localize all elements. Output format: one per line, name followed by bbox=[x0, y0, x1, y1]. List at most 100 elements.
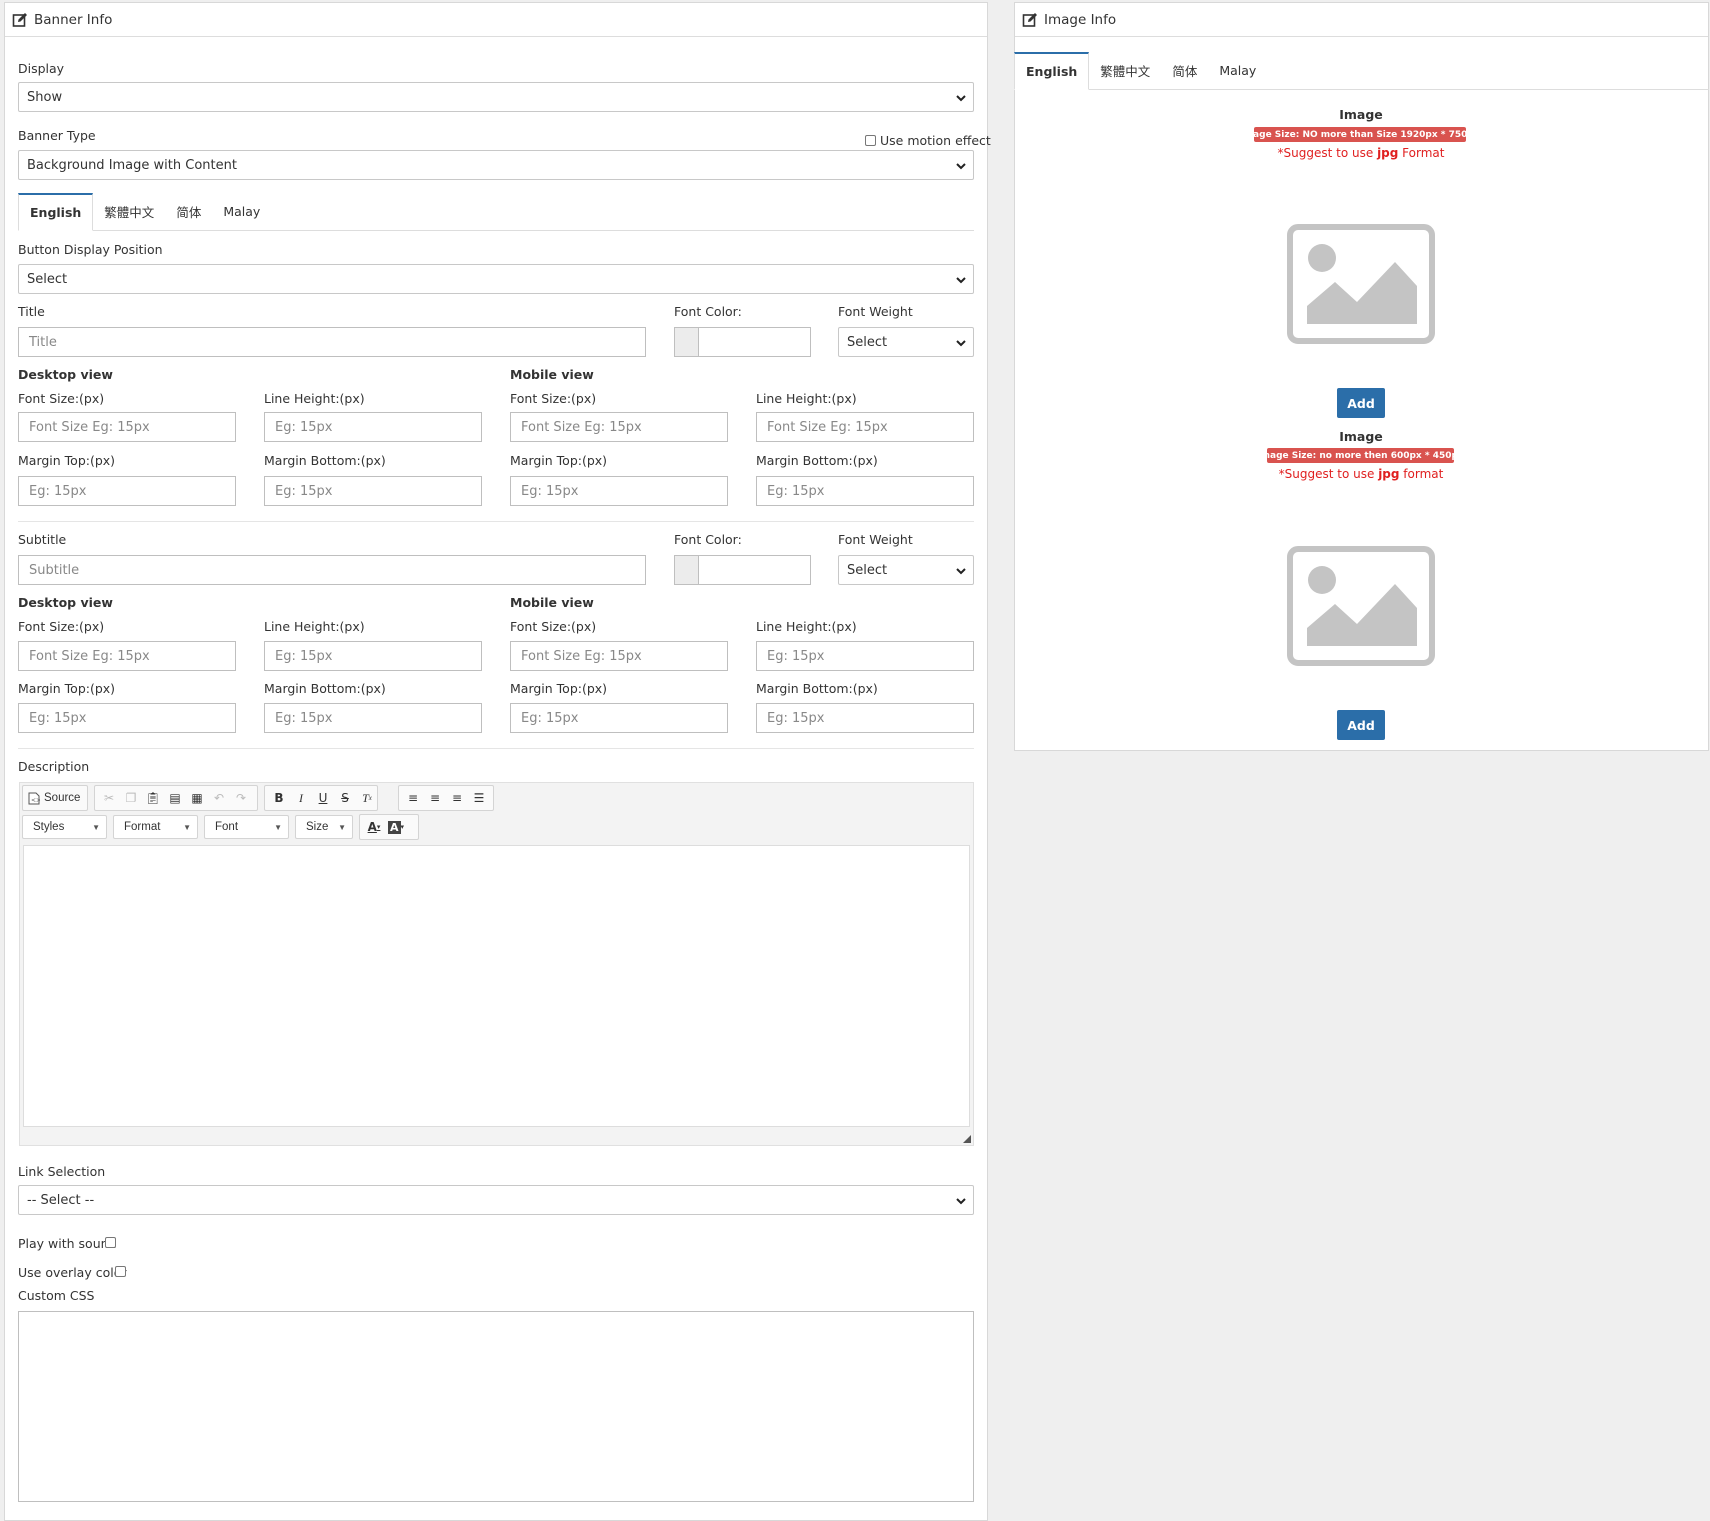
image2-add-button[interactable]: Add bbox=[1337, 710, 1385, 740]
subtitle-desktop-line-height-input[interactable]: Eg: 15px bbox=[264, 641, 482, 671]
chevron-down-icon bbox=[956, 163, 966, 170]
align-center-icon[interactable]: ≡ bbox=[424, 787, 446, 809]
tab-traditional-chinese[interactable]: 繁體中文 bbox=[93, 193, 165, 230]
align-right-icon[interactable]: ≡ bbox=[446, 787, 468, 809]
subtitle-font-color-picker[interactable] bbox=[674, 555, 811, 585]
copy-icon[interactable]: ❐ bbox=[120, 787, 142, 809]
image1-format-note: *Suggest to use jpg Format bbox=[1211, 146, 1511, 160]
banner-info-title: Banner Info bbox=[34, 11, 113, 28]
button-position-select[interactable]: Select bbox=[18, 264, 974, 294]
button-position-value: Select bbox=[27, 271, 68, 287]
tab-simplified-chinese[interactable]: 简体 bbox=[165, 193, 212, 230]
title-mobile-font-size-input[interactable]: Font Size Eg: 15px bbox=[510, 412, 728, 442]
italic-icon[interactable]: I bbox=[290, 787, 312, 809]
display-select[interactable]: Show bbox=[18, 82, 974, 112]
subtitle-mobile-margin-top-input[interactable]: Eg: 15px bbox=[510, 703, 728, 733]
image1-label: Image bbox=[1339, 107, 1383, 122]
title-desktop-line-height-label: Line Height:(px) bbox=[264, 391, 365, 406]
image-placeholder-icon[interactable] bbox=[1287, 546, 1435, 666]
subtitle-mobile-line-height-input[interactable]: Eg: 15px bbox=[756, 641, 974, 671]
source-button[interactable]: <> Source bbox=[26, 787, 82, 809]
title-mobile-margin-top-label: Margin Top:(px) bbox=[510, 453, 608, 468]
font-dropdown[interactable]: Font ▼ bbox=[204, 815, 289, 839]
title-desktop-margin-bottom-label: Margin Bottom:(px) bbox=[264, 453, 386, 468]
custom-css-textarea[interactable] bbox=[18, 1311, 974, 1502]
placeholder-text: Eg: 15px bbox=[767, 710, 825, 726]
remove-format-icon[interactable]: Tx bbox=[356, 787, 378, 809]
redo-icon[interactable]: ↷ bbox=[230, 787, 252, 809]
link-selection-value: -- Select -- bbox=[27, 1192, 95, 1208]
image-placeholder-icon[interactable] bbox=[1287, 224, 1435, 344]
cut-icon[interactable]: ✂ bbox=[98, 787, 120, 809]
tab-simplified-chinese[interactable]: 简体 bbox=[1161, 52, 1208, 89]
bold-icon[interactable]: B bbox=[268, 787, 290, 809]
paste-word-icon[interactable]: ▦ bbox=[186, 787, 208, 809]
title-desktop-margin-top-input[interactable]: Eg: 15px bbox=[18, 476, 236, 506]
format-dropdown[interactable]: Format ▼ bbox=[113, 815, 198, 839]
placeholder-text: Font Size Eg: 15px bbox=[29, 648, 150, 664]
dropdown-arrow-icon: ▼ bbox=[274, 823, 282, 832]
undo-icon[interactable]: ↶ bbox=[208, 787, 230, 809]
note-prefix: *Suggest to use bbox=[1277, 146, 1378, 160]
chevron-down-icon bbox=[956, 1198, 966, 1205]
paste-icon[interactable]: 📋︎ bbox=[142, 787, 164, 809]
strikethrough-icon[interactable]: S bbox=[334, 787, 356, 809]
banner-type-select[interactable]: Background Image with Content bbox=[18, 150, 974, 180]
editor-content-area[interactable] bbox=[23, 845, 970, 1127]
styles-dropdown[interactable]: Styles ▼ bbox=[22, 815, 107, 839]
underline-icon[interactable]: U bbox=[312, 787, 334, 809]
subtitle-desktop-font-size-label: Font Size:(px) bbox=[18, 619, 105, 634]
subtitle-mobile-margin-bottom-input[interactable]: Eg: 15px bbox=[756, 703, 974, 733]
tab-english[interactable]: English bbox=[1014, 52, 1090, 90]
styles-label: Styles bbox=[33, 821, 65, 833]
tab-malay[interactable]: Malay bbox=[1208, 52, 1267, 89]
banner-type-label: Banner Type bbox=[18, 128, 96, 143]
paste-text-icon[interactable]: ▤ bbox=[164, 787, 186, 809]
subtitle-font-weight-select[interactable]: Select bbox=[838, 555, 974, 585]
placeholder-text: Font Size Eg: 15px bbox=[521, 648, 642, 664]
title-mobile-margin-bottom-input[interactable]: Eg: 15px bbox=[756, 476, 974, 506]
placeholder-text: Eg: 15px bbox=[275, 648, 333, 664]
subtitle-mobile-view-heading: Mobile view bbox=[510, 595, 594, 610]
title-input[interactable]: Title bbox=[18, 327, 646, 357]
divider bbox=[18, 521, 974, 522]
banner-info-header: Banner Info bbox=[5, 3, 987, 37]
placeholder-text: Font Size Eg: 15px bbox=[521, 419, 642, 435]
tab-traditional-chinese[interactable]: 繁體中文 bbox=[1089, 52, 1161, 89]
edit-icon bbox=[1022, 12, 1037, 27]
title-mobile-line-height-label: Line Height:(px) bbox=[756, 391, 857, 406]
title-font-weight-select[interactable]: Select bbox=[838, 327, 974, 357]
display-value: Show bbox=[27, 89, 63, 105]
subtitle-input[interactable]: Subtitle bbox=[18, 555, 646, 585]
image1-add-button[interactable]: Add bbox=[1337, 388, 1385, 418]
note-suffix: Format bbox=[1398, 146, 1445, 160]
play-sound-checkbox[interactable] bbox=[105, 1237, 116, 1248]
placeholder-text: Eg: 15px bbox=[275, 483, 333, 499]
subtitle-font-weight-label: Font Weight bbox=[838, 532, 913, 547]
title-mobile-line-height-input[interactable]: Font Size Eg: 15px bbox=[756, 412, 974, 442]
motion-effect-checkbox[interactable] bbox=[865, 135, 876, 146]
tab-english[interactable]: English bbox=[18, 193, 94, 231]
subtitle-mobile-font-size-input[interactable]: Font Size Eg: 15px bbox=[510, 641, 728, 671]
tab-malay[interactable]: Malay bbox=[212, 193, 271, 230]
subtitle-mobile-margin-bottom-label: Margin Bottom:(px) bbox=[756, 681, 878, 696]
size-dropdown[interactable]: Size ▼ bbox=[295, 815, 353, 839]
title-desktop-margin-bottom-input[interactable]: Eg: 15px bbox=[264, 476, 482, 506]
subtitle-desktop-font-size-input[interactable]: Font Size Eg: 15px bbox=[18, 641, 236, 671]
align-justify-icon[interactable]: ☰ bbox=[468, 787, 490, 809]
placeholder-text: Eg: 15px bbox=[767, 483, 825, 499]
overlay-color-checkbox[interactable] bbox=[115, 1266, 126, 1277]
title-desktop-font-size-input[interactable]: Font Size Eg: 15px bbox=[18, 412, 236, 442]
title-mobile-margin-top-input[interactable]: Eg: 15px bbox=[510, 476, 728, 506]
subtitle-desktop-margin-top-input[interactable]: Eg: 15px bbox=[18, 703, 236, 733]
chevron-down-icon bbox=[956, 340, 966, 347]
title-font-color-picker[interactable] bbox=[674, 327, 811, 357]
resize-handle-icon[interactable] bbox=[963, 1135, 971, 1143]
overlay-color-label: Use overlay color bbox=[18, 1265, 127, 1280]
align-left-icon[interactable]: ≡ bbox=[402, 787, 424, 809]
title-desktop-line-height-input[interactable]: Eg: 15px bbox=[264, 412, 482, 442]
text-color-icon[interactable]: A ▾ bbox=[363, 816, 385, 838]
background-color-icon[interactable]: A ▾ bbox=[385, 816, 407, 838]
link-selection-select[interactable]: -- Select -- bbox=[18, 1185, 974, 1215]
subtitle-desktop-margin-bottom-input[interactable]: Eg: 15px bbox=[264, 703, 482, 733]
